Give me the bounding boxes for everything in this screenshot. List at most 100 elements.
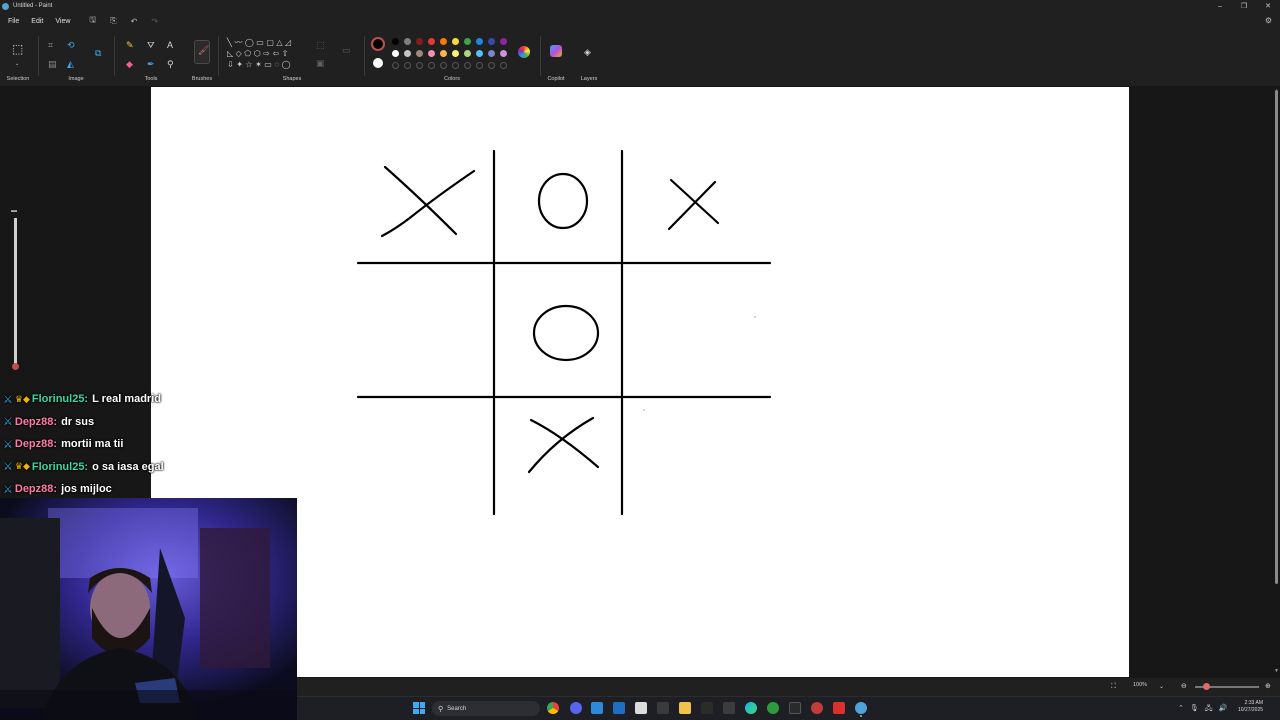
brush-button[interactable]: 🖌 <box>194 40 210 64</box>
discord-icon[interactable] <box>570 702 582 714</box>
custom-color-slot[interactable] <box>428 62 435 69</box>
edge-icon[interactable] <box>745 702 757 714</box>
custom-color-slot[interactable] <box>464 62 471 69</box>
resize-icon[interactable]: ⧉ <box>95 48 101 58</box>
shapes-gallery[interactable]: ╲〰◯▭▢△◿ ◺◇⬠⬡⇨⇦⇧ ⇩✦☆✶▭◌◯ <box>227 37 307 73</box>
secondary-color[interactable] <box>373 58 383 68</box>
scroll-down-icon[interactable]: ▼ <box>1274 668 1279 674</box>
color-swatch[interactable] <box>404 50 411 57</box>
color-swatch[interactable] <box>392 50 399 57</box>
color-swatch[interactable] <box>488 50 495 57</box>
menu-view[interactable]: View <box>49 18 76 25</box>
windows-start-icon[interactable] <box>413 702 425 714</box>
copilot-icon[interactable] <box>550 45 562 57</box>
close-button[interactable]: ✕ <box>1256 0 1280 12</box>
drawing-canvas[interactable] <box>151 87 1129 677</box>
visual-studio-icon[interactable] <box>613 702 625 714</box>
zoom-slider-knob[interactable] <box>1203 683 1210 690</box>
fit-to-window-icon[interactable]: ⛶ <box>1111 682 1116 692</box>
pencil-icon[interactable]: ✎ <box>126 40 134 50</box>
system-tray[interactable]: ⌃🎙🖧🔊 <box>1178 704 1233 715</box>
app-icon[interactable] <box>723 702 735 714</box>
color-swatch[interactable] <box>464 50 471 57</box>
color-swatch[interactable] <box>428 50 435 57</box>
chat-message: ⚔ ♛◆ Florinul25: o sa iasa egal <box>3 456 203 479</box>
clock[interactable]: 2:33 AM 10/27/2025 <box>1238 700 1263 714</box>
custom-color-slot[interactable] <box>488 62 495 69</box>
outline-icon[interactable]: ⬚ <box>316 40 325 50</box>
color-swatch[interactable] <box>464 38 471 45</box>
selection-chevron-icon[interactable]: ⌄ <box>15 59 19 69</box>
zoom-level[interactable]: 100% <box>1133 682 1147 688</box>
color-swatch[interactable] <box>416 50 423 57</box>
shape-size-icon[interactable]: ▭ <box>342 45 351 55</box>
tools-group-label: Tools <box>144 76 158 82</box>
custom-color-slot[interactable] <box>452 62 459 69</box>
rotate-icon[interactable]: ⟲ <box>67 40 75 50</box>
custom-color-slot[interactable] <box>500 62 507 69</box>
minimize-button[interactable]: – <box>1208 0 1232 12</box>
layers-icon[interactable]: ◈ <box>584 47 591 57</box>
chrome-icon[interactable] <box>547 702 559 714</box>
custom-color-slot[interactable] <box>392 62 399 69</box>
color-swatch[interactable] <box>404 38 411 45</box>
color-swatch[interactable] <box>440 38 447 45</box>
terminal-icon[interactable] <box>789 702 801 714</box>
maximize-button[interactable]: ❐ <box>1232 0 1256 12</box>
text-icon[interactable]: A <box>167 40 173 50</box>
cell-0-0-x-mark <box>380 165 476 238</box>
color-swatch[interactable] <box>416 38 423 45</box>
zoom-dropdown-icon[interactable]: ⌄ <box>1159 682 1164 692</box>
custom-color-slot[interactable] <box>416 62 423 69</box>
image-select-icon[interactable]: ▤ <box>48 59 57 69</box>
xbox-icon[interactable] <box>767 702 779 714</box>
chat-text: mortii ma tii <box>61 438 124 451</box>
color-swatch[interactable] <box>452 50 459 57</box>
fill-icon[interactable]: ▣ <box>316 58 325 68</box>
custom-color-slot[interactable] <box>440 62 447 69</box>
share-icon[interactable]: ⎘ <box>103 16 123 26</box>
epic-games-icon[interactable] <box>657 702 669 714</box>
cell-1-1-o-mark <box>532 304 600 362</box>
taskbar-search[interactable]: ⚲ Search <box>432 701 540 716</box>
file-explorer-icon[interactable] <box>679 702 691 714</box>
magnifier-icon[interactable]: ⚲ <box>167 59 174 69</box>
custom-color-slot[interactable] <box>476 62 483 69</box>
menu-file[interactable]: File <box>2 18 25 25</box>
crop-icon[interactable]: ⌗ <box>48 40 53 50</box>
vscode-icon[interactable] <box>591 702 603 714</box>
color-swatch[interactable] <box>500 50 507 57</box>
volume-slider-knob[interactable] <box>12 363 19 370</box>
primary-color[interactable] <box>371 37 385 51</box>
fill-bucket-icon[interactable]: ⛛ <box>147 40 155 50</box>
app-icon[interactable] <box>833 702 845 714</box>
color-swatch[interactable] <box>428 38 435 45</box>
color-swatch[interactable] <box>440 50 447 57</box>
capcut-icon[interactable] <box>635 702 647 714</box>
color-swatch[interactable] <box>488 38 495 45</box>
redo-icon[interactable]: ↷ <box>144 17 165 26</box>
volume-slider[interactable] <box>14 218 17 368</box>
save-icon[interactable]: 🖫 <box>82 14 103 28</box>
edit-colors-icon[interactable] <box>518 46 530 58</box>
zoom-in-icon[interactable]: ⊕ <box>1265 682 1271 692</box>
custom-color-slot[interactable] <box>404 62 411 69</box>
paint-taskbar-icon[interactable] <box>855 702 867 714</box>
color-swatch[interactable] <box>476 38 483 45</box>
menu-edit[interactable]: Edit <box>25 18 49 25</box>
color-swatch[interactable] <box>500 38 507 45</box>
color-picker-icon[interactable]: ✒ <box>147 59 155 69</box>
settings-gear-icon[interactable]: ⚙ <box>1265 16 1272 25</box>
color-swatch[interactable] <box>452 38 459 45</box>
paint-app-icon <box>2 2 9 10</box>
selection-rectangle-icon[interactable]: ⬚ <box>12 43 23 55</box>
zoom-out-icon[interactable]: ⊖ <box>1181 682 1187 692</box>
color-swatch[interactable] <box>392 38 399 45</box>
undo-icon[interactable]: ↶ <box>124 17 145 26</box>
eraser-icon[interactable]: ◆ <box>126 59 133 69</box>
app-icon[interactable] <box>811 702 823 714</box>
app-icon[interactable] <box>701 702 713 714</box>
color-swatch[interactable] <box>476 50 483 57</box>
vertical-scrollbar[interactable] <box>1275 90 1278 584</box>
flip-icon[interactable]: ◭ <box>67 59 74 69</box>
